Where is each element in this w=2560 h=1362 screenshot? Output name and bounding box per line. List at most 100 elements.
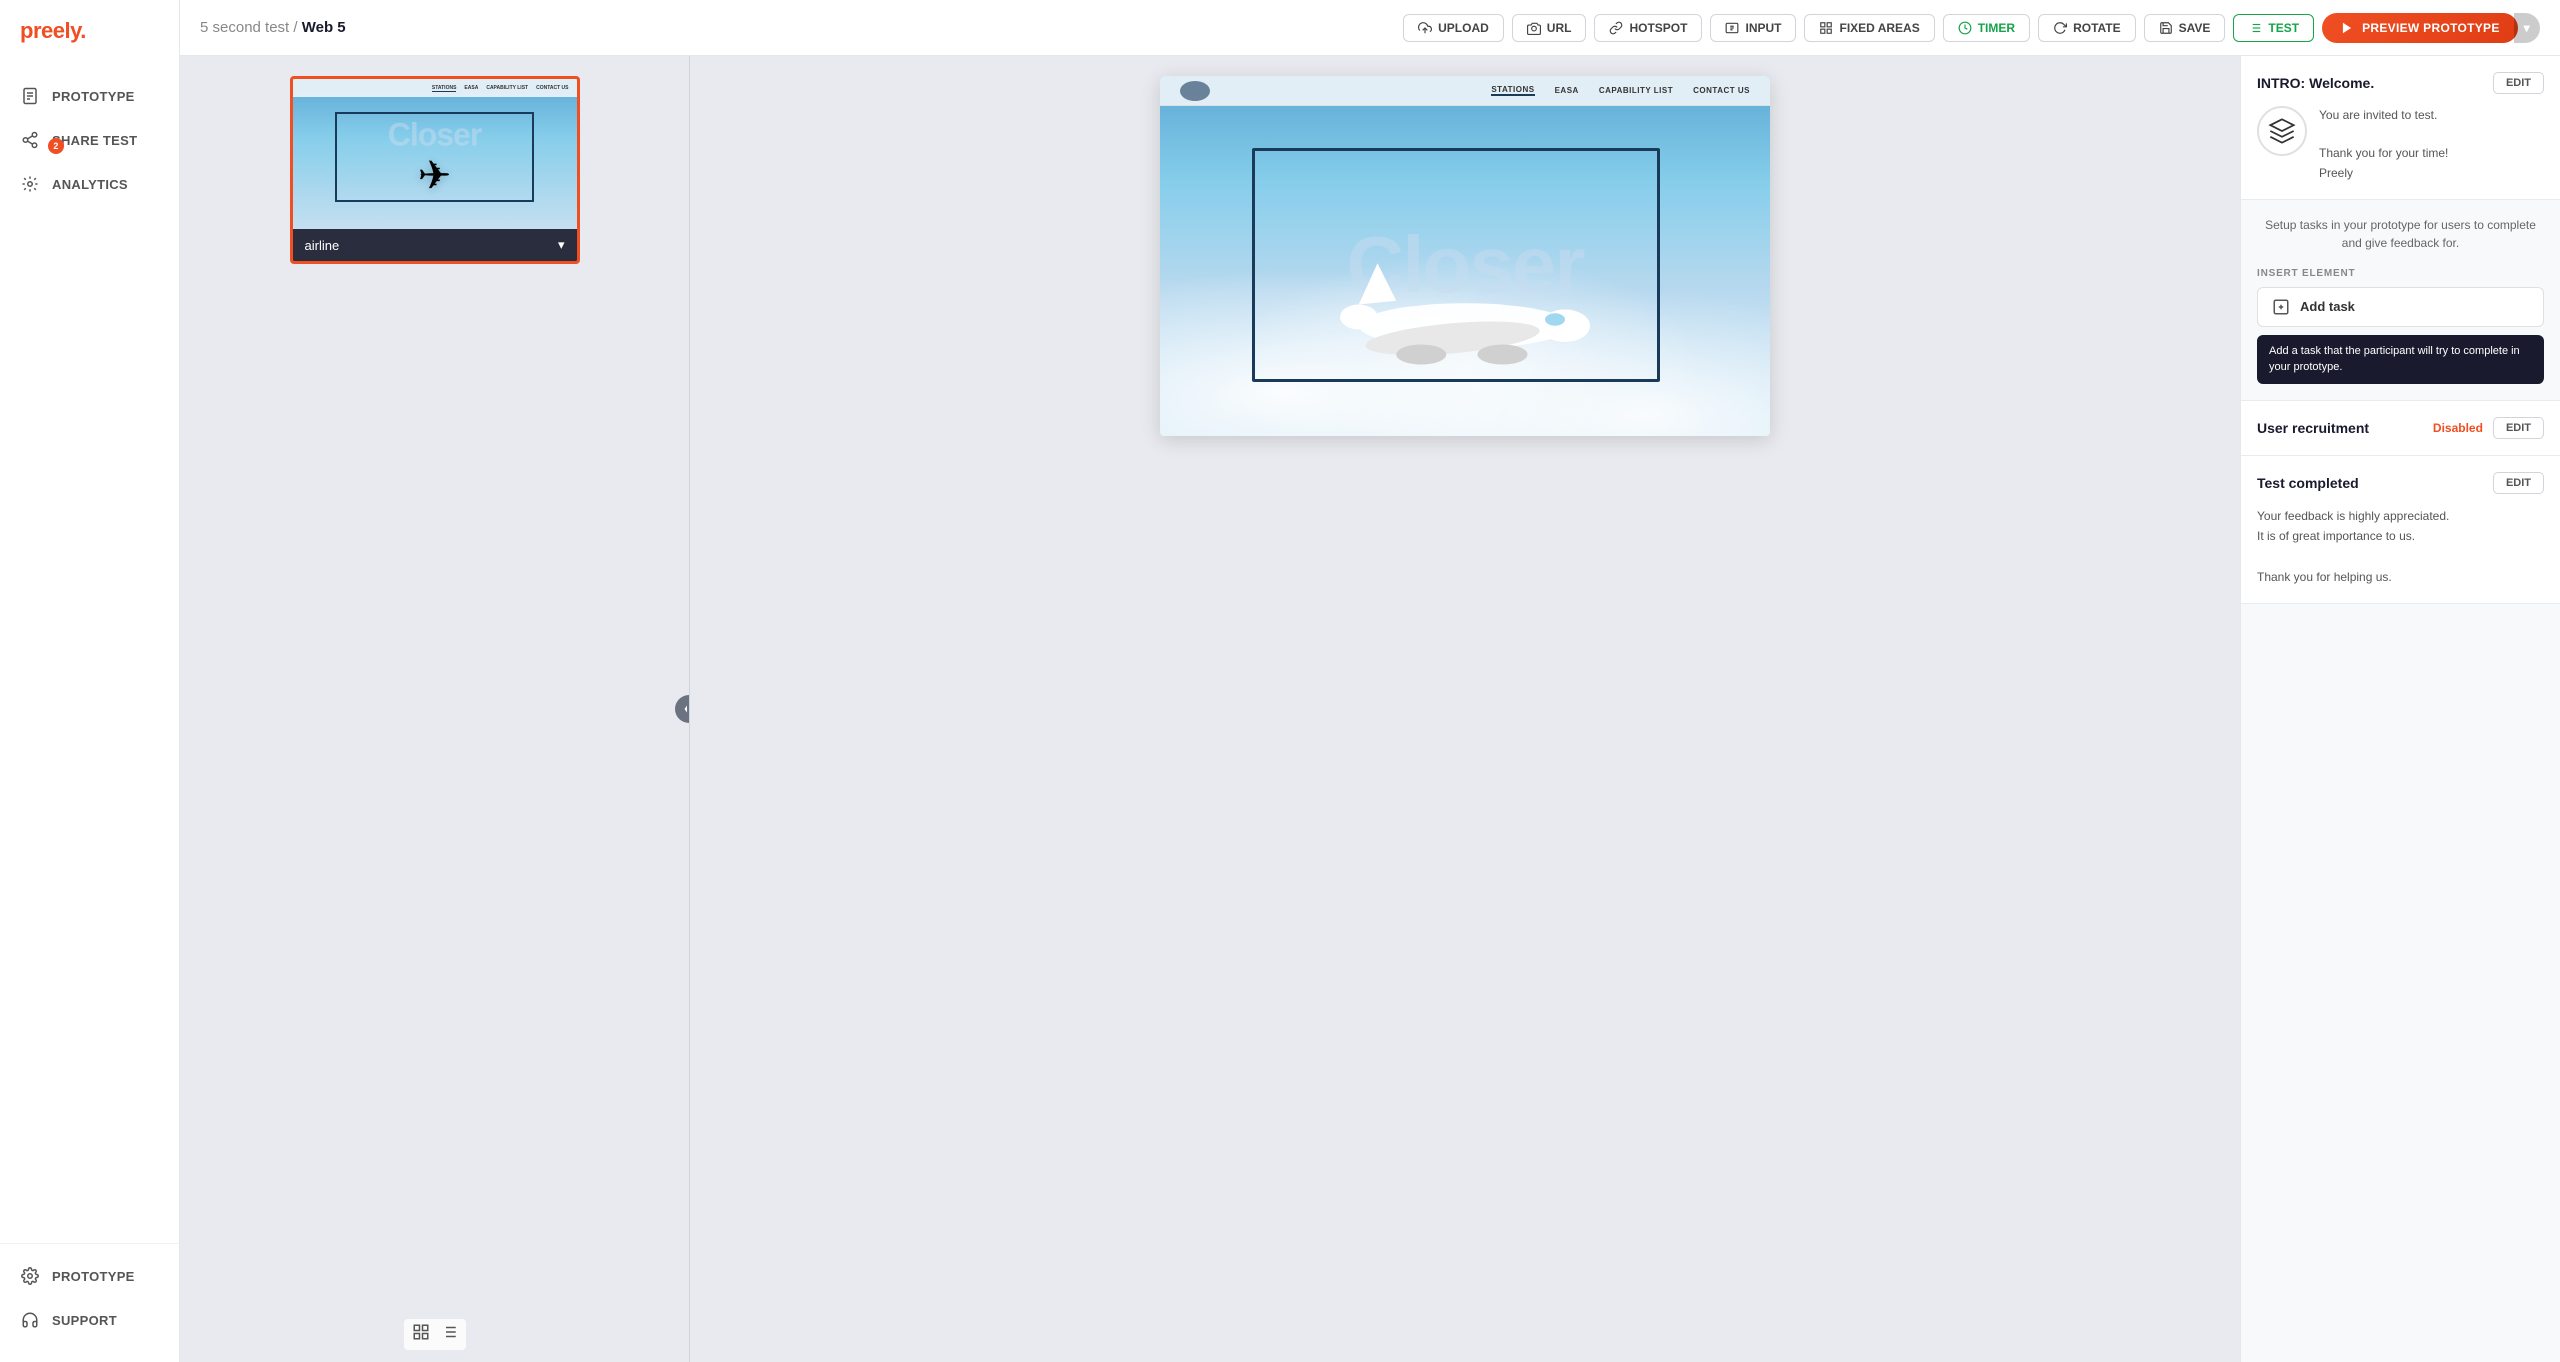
- test-button[interactable]: TEST: [2233, 14, 2314, 42]
- intro-edit-button[interactable]: EDIT: [2493, 72, 2544, 94]
- airline-image: STATIONS EASA CAPABILITY LIST CONTACT US…: [1160, 76, 1770, 436]
- add-task-label: Add task: [2300, 299, 2355, 314]
- hotspot-button[interactable]: HOTSPOT: [1594, 14, 1702, 42]
- play-icon: [2340, 21, 2354, 35]
- upload-label: UPLOAD: [1438, 21, 1489, 35]
- test-completed-header: Test completed EDIT: [2257, 472, 2544, 494]
- breadcrumb: 5 second test / Web 5: [200, 19, 1387, 36]
- intro-content: You are invited to test. Thank you for y…: [2257, 106, 2544, 183]
- breadcrumb-separator: /: [293, 19, 301, 36]
- main-wrapper: 5 second test / Web 5 UPLOAD URL HOTSPOT…: [180, 0, 2560, 1362]
- intro-icon: [2257, 106, 2307, 156]
- sidebar-label-prototype: PROTOTYPE: [52, 89, 135, 104]
- right-panel: INTRO: Welcome. EDIT You are invited to …: [2240, 56, 2560, 1362]
- fixed-areas-icon: [1819, 21, 1833, 35]
- preview-dropdown-button[interactable]: ▾: [2514, 13, 2540, 43]
- test-completed-line3: Thank you for helping us.: [2257, 567, 2544, 587]
- nav-items: PROTOTYPE 2 SHARE TEST ANALYTICS: [0, 64, 179, 1243]
- intro-title: INTRO: Welcome.: [2257, 75, 2374, 91]
- preview-group: PREVIEW PROTOTYPE ▾: [2322, 13, 2540, 43]
- gear-icon: [20, 1266, 40, 1286]
- test-icon: [2248, 21, 2262, 35]
- timer-icon: [1958, 21, 1972, 35]
- user-recruitment-section: User recruitment Disabled EDIT: [2241, 401, 2560, 456]
- intro-line3: Preely: [2319, 164, 2448, 183]
- timer-label: TIMER: [1978, 21, 2015, 35]
- setup-tasks-section: Setup tasks in your prototype for users …: [2241, 200, 2560, 401]
- airline-logo: [1180, 81, 1210, 101]
- airline-nav: STATIONS EASA CAPABILITY LIST CONTACT US: [1160, 76, 1770, 106]
- setup-description: Setup tasks in your prototype for users …: [2257, 216, 2544, 252]
- add-task-tooltip: Add a task that the participant will try…: [2257, 335, 2544, 384]
- list-view-button[interactable]: [440, 1323, 458, 1346]
- headphones-icon: [20, 1310, 40, 1330]
- sidebar-label-support: SUPPORT: [52, 1313, 117, 1328]
- intro-text: You are invited to test. Thank you for y…: [2319, 106, 2448, 183]
- grid-view-button[interactable]: [412, 1323, 430, 1346]
- screens-area: STATIONS EASA CAPABILITY LIST CONTACT US…: [180, 56, 689, 1362]
- test-completed-edit-button[interactable]: EDIT: [2493, 472, 2544, 494]
- sidebar-item-settings[interactable]: PROTOTYPE: [0, 1254, 179, 1298]
- layers-icon: [2268, 117, 2296, 145]
- camera-icon: [1527, 21, 1541, 35]
- url-button[interactable]: URL: [1512, 14, 1587, 42]
- sidebar: preely. PROTOTYPE 2 SHARE TEST ANALYTICS: [0, 0, 180, 1362]
- hotspot-label: HOTSPOT: [1629, 21, 1687, 35]
- test-completed-line1: Your feedback is highly appreciated.: [2257, 506, 2544, 526]
- plane-thumb: ✈: [418, 153, 452, 199]
- url-label: URL: [1547, 21, 1572, 35]
- aircraft-svg: [1340, 232, 1590, 382]
- input-icon: [1725, 21, 1739, 35]
- fixed-areas-label: FIXED AREAS: [1839, 21, 1919, 35]
- document-icon: [20, 86, 40, 106]
- insert-element-label: INSERT ELEMENT: [2257, 268, 2544, 279]
- dropdown-arrow[interactable]: ▾: [558, 237, 565, 253]
- test-completed-desc: Your feedback is highly appreciated. It …: [2257, 506, 2544, 588]
- screen-label: airline ▾: [293, 229, 577, 261]
- share-icon: 2: [20, 130, 40, 150]
- input-button[interactable]: INPUT: [1710, 14, 1796, 42]
- test-completed-title: Test completed: [2257, 475, 2359, 491]
- logo[interactable]: preely.: [20, 18, 159, 44]
- upload-button[interactable]: UPLOAD: [1403, 14, 1504, 42]
- thumb-nav: STATIONS EASA CAPABILITY LIST CONTACT US: [293, 79, 577, 97]
- sidebar-label-settings: PROTOTYPE: [52, 1269, 135, 1284]
- share-test-badge: 2: [48, 138, 64, 154]
- breadcrumb-screen: Web 5: [302, 19, 346, 36]
- timer-button[interactable]: TIMER: [1943, 14, 2030, 42]
- logo-text: preely: [20, 18, 80, 43]
- task-icon: [2272, 298, 2290, 316]
- breadcrumb-project: 5 second test: [200, 19, 289, 36]
- rotate-button[interactable]: ROTATE: [2038, 14, 2136, 42]
- screen-thumbnail[interactable]: STATIONS EASA CAPABILITY LIST CONTACT US…: [290, 76, 580, 264]
- save-button[interactable]: SAVE: [2144, 14, 2226, 42]
- hotspot-icon: [1609, 21, 1623, 35]
- upload-icon: [1418, 21, 1432, 35]
- left-panel: STATIONS EASA CAPABILITY LIST CONTACT US…: [180, 56, 690, 1362]
- view-controls: [404, 1319, 466, 1350]
- test-completed-line2: It is of great importance to us.: [2257, 526, 2544, 546]
- chevron-down-icon: ▾: [2524, 21, 2530, 35]
- content-area: STATIONS EASA CAPABILITY LIST CONTACT US…: [180, 56, 2560, 1362]
- logo-area: preely.: [0, 0, 179, 64]
- preview-button[interactable]: PREVIEW PROTOTYPE: [2322, 13, 2518, 43]
- sidebar-label-share-test: SHARE TEST: [52, 133, 137, 148]
- nav-bottom: PROTOTYPE SUPPORT: [0, 1243, 179, 1362]
- save-label: SAVE: [2179, 21, 2211, 35]
- screen-thumb-image: STATIONS EASA CAPABILITY LIST CONTACT US…: [293, 79, 577, 229]
- user-recruitment-right: Disabled EDIT: [2433, 417, 2544, 439]
- sidebar-item-support[interactable]: SUPPORT: [0, 1298, 179, 1342]
- intro-header: INTRO: Welcome. EDIT: [2257, 72, 2544, 94]
- preview-area: STATIONS EASA CAPABILITY LIST CONTACT US…: [690, 56, 2240, 1362]
- preview-label: PREVIEW PROTOTYPE: [2362, 21, 2500, 35]
- sidebar-item-prototype[interactable]: PROTOTYPE: [0, 74, 179, 118]
- sidebar-item-analytics[interactable]: ANALYTICS: [0, 162, 179, 206]
- sidebar-item-share-test[interactable]: 2 SHARE TEST: [0, 118, 179, 162]
- input-label: INPUT: [1745, 21, 1781, 35]
- fixed-areas-button[interactable]: FIXED AREAS: [1804, 14, 1934, 42]
- preview-frame: STATIONS EASA CAPABILITY LIST CONTACT US…: [1160, 76, 1770, 436]
- user-recruitment-edit-button[interactable]: EDIT: [2493, 417, 2544, 439]
- analytics-icon: [20, 174, 40, 194]
- test-label: TEST: [2268, 21, 2299, 35]
- add-task-button[interactable]: Add task: [2257, 287, 2544, 327]
